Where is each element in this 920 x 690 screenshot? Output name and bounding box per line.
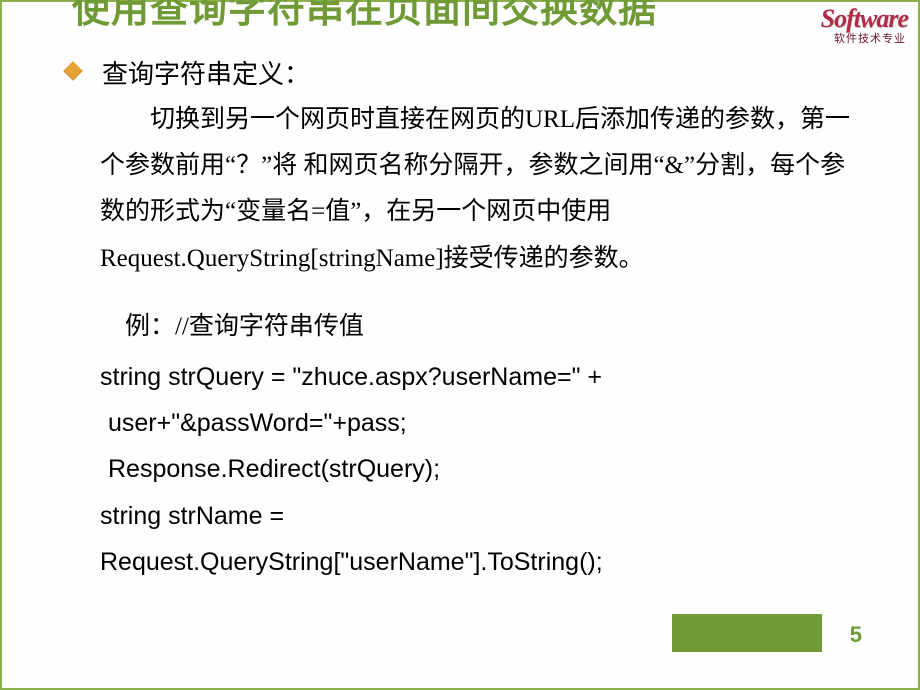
code-line-4: string strName = [100,493,858,539]
logo: Software 软件技术专业 [821,4,908,46]
diamond-bullet-icon [63,61,83,81]
code-line-5: Request.QueryString["userName"].ToString… [100,539,858,585]
slide: Software 软件技术专业 使用查询字符串在页面间交换数据 查询字符串定义：… [0,0,920,690]
code-block: string strQuery = "zhuce.aspx?userName="… [66,354,858,585]
code-line-3: Response.Redirect(strQuery); [100,446,858,492]
footer-accent-block [672,614,822,652]
slide-title: 使用查询字符串在页面间交换数据 [2,0,918,32]
slide-body: 查询字符串定义： 切换到另一个网页时直接在网页的URL后添加传递的参数，第一个参… [2,32,918,585]
bullet-heading-row: 查询字符串定义： [66,54,858,91]
definition-paragraph: 切换到另一个网页时直接在网页的URL后添加传递的参数，第一个参数前用“？”将 和… [66,97,858,282]
code-line-2-text: user+"&passWord="+pass; [100,400,407,446]
code-line-1: string strQuery = "zhuce.aspx?userName="… [100,354,858,400]
code-line-3-text: Response.Redirect(strQuery); [100,446,440,492]
logo-subtitle: 软件技术专业 [821,30,908,46]
section-heading: 查询字符串定义： [102,54,310,91]
code-line-2: user+"&passWord="+pass; [100,400,858,446]
page-number: 5 [850,622,862,648]
example-label: 例：//查询字符串传值 [66,306,858,342]
